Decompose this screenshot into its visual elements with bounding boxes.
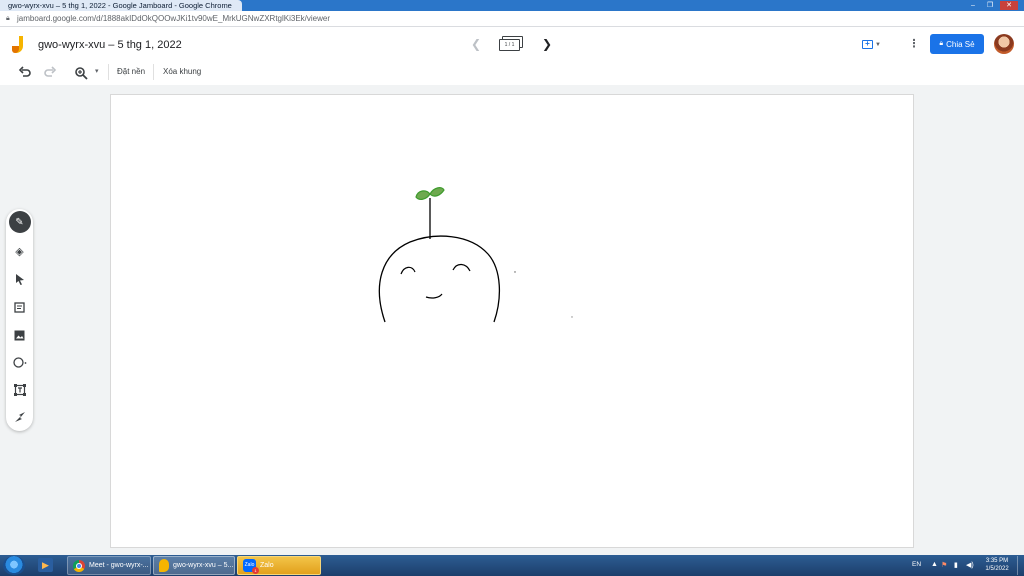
lock-icon[interactable]: 🔒︎ xyxy=(6,15,14,23)
action-center-flag-icon[interactable]: ⚑ xyxy=(941,561,947,569)
taskbar-item-label: Meet - gwo-wyrx-... xyxy=(89,562,149,569)
drawing-left-leaf xyxy=(415,190,431,200)
laser-icon xyxy=(14,412,25,422)
select-tool-button[interactable] xyxy=(6,269,33,289)
window-title: gwo-wyrx-xvu – 5 thg 1, 2022 - Google Ja… xyxy=(0,0,242,11)
caret-down-icon: ▼ xyxy=(875,41,881,48)
clock-date: 1/5/2022 xyxy=(985,566,1009,572)
add-frame-icon: + xyxy=(862,40,873,49)
url-text[interactable]: jamboard.google.com/d/1888akIDdOkQOOwJKi… xyxy=(17,14,330,23)
sticky-note-icon xyxy=(14,301,25,313)
document-title[interactable]: gwo-wyrx-xvu – 5 thg 1, 2022 xyxy=(38,39,182,51)
cursor-arrow-icon xyxy=(15,273,24,285)
image-icon xyxy=(14,330,25,340)
canvas-drawing xyxy=(378,187,573,323)
circle-tool-button[interactable] xyxy=(6,352,33,372)
drawing-right-eye xyxy=(452,263,471,272)
undo-icon[interactable] xyxy=(18,66,32,80)
image-tool-button[interactable] xyxy=(6,325,33,345)
eraser-tool-button[interactable]: ◈ xyxy=(6,241,33,261)
taskbar-item-meet[interactable]: Meet - gwo-wyrx-... xyxy=(67,556,151,575)
toolbar-divider xyxy=(108,64,109,80)
window-controls: – ❐ ✕ xyxy=(966,0,1018,11)
circle-icon xyxy=(12,356,26,368)
text-box-tool-button[interactable] xyxy=(6,380,33,400)
chevron-left-icon[interactable]: ❮ xyxy=(469,37,483,51)
show-hidden-icons-icon[interactable]: ▲ xyxy=(931,561,938,568)
pen-icon: ✎ xyxy=(8,211,31,233)
share-button[interactable]: 🔒︎ Chia Sẻ xyxy=(930,34,984,54)
toolbar-divider xyxy=(153,64,154,80)
taskbar-item-label: gwo-wyrx-xvu – 5... xyxy=(173,562,234,569)
language-indicator[interactable]: EN xyxy=(912,561,921,568)
show-desktop-button[interactable] xyxy=(1017,556,1024,575)
chrome-icon xyxy=(73,559,85,572)
sticky-note-tool-button[interactable] xyxy=(6,297,33,317)
redo-icon[interactable] xyxy=(43,66,57,80)
drawing-dot xyxy=(514,271,516,273)
maximize-icon[interactable]: ❐ xyxy=(983,1,997,10)
lock-icon: 🔒︎ xyxy=(939,40,944,47)
taskbar-item-label: Zalo xyxy=(260,562,274,569)
share-label: Chia Sẻ xyxy=(946,39,975,49)
drawing-head-stroke xyxy=(378,235,501,323)
drawing-dot xyxy=(571,316,573,318)
pen-tool-button[interactable]: ✎ xyxy=(6,211,33,233)
close-icon[interactable]: ✕ xyxy=(1000,1,1018,10)
zoom-in-icon[interactable] xyxy=(74,66,88,80)
text-box-icon xyxy=(13,384,26,396)
volume-icon[interactable]: ◀) xyxy=(966,561,974,569)
minimize-icon[interactable]: – xyxy=(966,1,980,10)
media-player-icon[interactable]: ▶ xyxy=(38,558,53,572)
laser-tool-button[interactable] xyxy=(6,407,33,427)
more-vert-icon[interactable]: ⋮ xyxy=(908,37,920,52)
windows-start-button[interactable] xyxy=(3,556,25,575)
taskbar-item-zalo[interactable]: Zalo 1 Zalo xyxy=(237,556,321,575)
frame-bar-button[interactable]: 1 / 1 xyxy=(499,36,523,53)
chevron-right-icon[interactable]: ❯ xyxy=(540,37,554,51)
taskbar-item-jamboard[interactable]: gwo-wyrx-xvu – 5... xyxy=(153,556,235,575)
notification-badge: 1 xyxy=(252,567,259,574)
zalo-icon: Zalo 1 xyxy=(243,559,259,574)
clock-time: 3:35 PM xyxy=(985,558,1009,564)
caret-down-icon[interactable]: ▾ xyxy=(95,67,99,75)
jamboard-logo-icon[interactable] xyxy=(12,36,26,54)
eraser-icon: ◈ xyxy=(15,245,24,258)
drawing-mouth xyxy=(425,293,443,299)
address-bar[interactable]: 🔒︎ jamboard.google.com/d/1888akIDdOkQOOw… xyxy=(0,11,1024,27)
drawing-right-leaf xyxy=(429,187,445,197)
network-icon[interactable]: ▮ xyxy=(954,561,958,569)
clear-frame-button[interactable]: Xóa khung xyxy=(163,67,201,76)
drawing-left-eye xyxy=(400,266,416,275)
jamboard-icon xyxy=(159,559,169,572)
present-button[interactable]: + ▼ xyxy=(862,37,888,52)
browser-title-bar: gwo-wyrx-xvu – 5 thg 1, 2022 - Google Ja… xyxy=(0,0,1024,11)
system-clock[interactable]: 3:35 PM 1/5/2022 xyxy=(982,557,1012,573)
avatar[interactable] xyxy=(994,34,1014,54)
set-background-button[interactable]: Đặt nền xyxy=(117,67,145,76)
frame-counter: 1 / 1 xyxy=(499,39,520,51)
